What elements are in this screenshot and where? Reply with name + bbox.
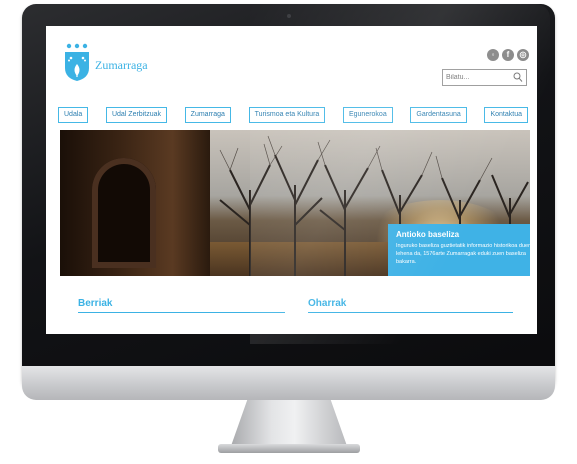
search-box <box>442 69 527 86</box>
nav-item-udala[interactable]: Udala <box>58 107 89 123</box>
hero-caption[interactable]: Antioko baseliza Inguruko baseliza guzti… <box>388 224 530 276</box>
search-input[interactable] <box>446 72 510 83</box>
nav-item-kontaktua[interactable]: Kontaktua <box>484 107 528 123</box>
browser-viewport: Zumarraga ◦ f ◎ Udala Udal Zerbitzuak Zu… <box>46 26 537 334</box>
search-icon[interactable] <box>513 72 523 83</box>
nav-item-turismoa-eta-kultura[interactable]: Turismoa eta Kultura <box>248 107 326 123</box>
facebook-icon[interactable]: f <box>502 49 514 61</box>
monitor-chin <box>22 366 555 400</box>
webcam <box>287 14 291 18</box>
nav-item-egunerokoa[interactable]: Egunerokoa <box>342 107 393 123</box>
main-navigation: Udala Udal Zerbitzuak Zumarraga Turismoa… <box>58 107 528 123</box>
coat-of-arms-icon[interactable] <box>62 42 92 82</box>
monitor-base <box>218 444 360 453</box>
hero-church-doorway <box>92 158 156 268</box>
news-heading[interactable]: Berriak <box>78 298 285 313</box>
hero-slideshow[interactable]: Antioko baseliza Inguruko baseliza guzti… <box>60 130 530 276</box>
hero-church-facade <box>60 130 210 276</box>
hero-caption-title: Antioko baseliza <box>396 230 460 239</box>
globe-icon[interactable]: ◎ <box>517 49 529 61</box>
share-icon[interactable]: ◦ <box>487 49 499 61</box>
nav-item-gardentasuna[interactable]: Gardentasuna <box>410 107 467 123</box>
nav-item-udal-zerbitzuak[interactable]: Udal Zerbitzuak <box>105 107 167 123</box>
site-name[interactable]: Zumarraga <box>95 58 148 73</box>
nav-item-zumarraga[interactable]: Zumarraga <box>184 107 231 123</box>
monitor-stand <box>231 400 347 446</box>
notices-heading[interactable]: Oharrak <box>308 298 513 313</box>
social-links: ◦ f ◎ <box>487 49 529 61</box>
hero-caption-text: Inguruko baseliza guztietatik informazio… <box>396 243 530 265</box>
